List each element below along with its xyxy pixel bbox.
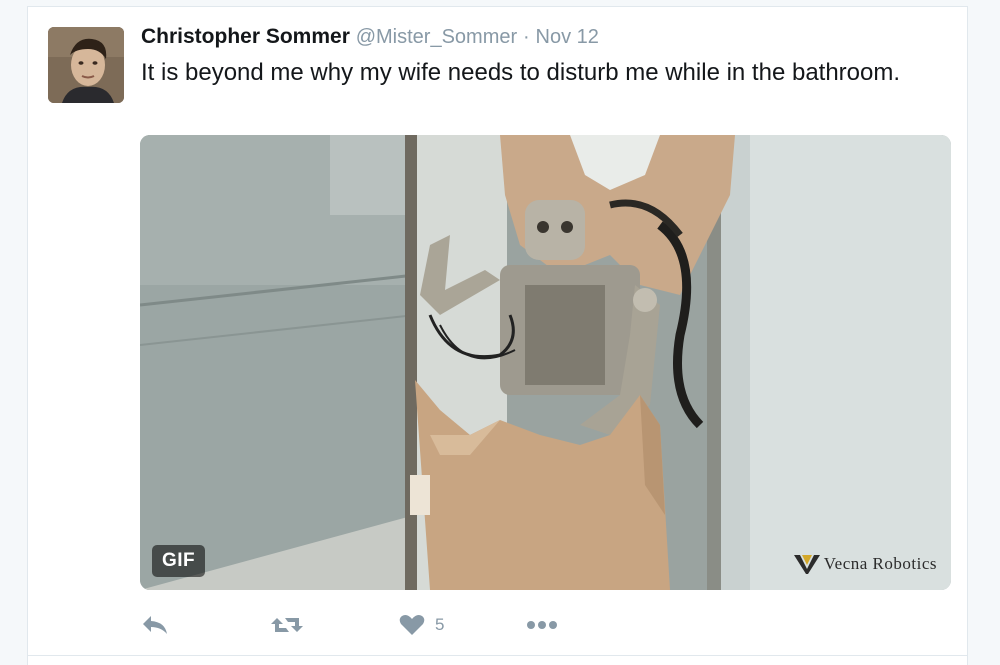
author-name[interactable]: Christopher Sommer [141,25,350,48]
retweet-button[interactable] [271,607,303,643]
tweet-text: It is beyond me why my wife needs to dis… [141,59,901,86]
like-button[interactable]: 5 [399,607,444,643]
vecna-logo-icon [793,555,820,574]
avatar-photo [48,27,124,103]
reply-button[interactable] [141,607,169,643]
author-avatar[interactable] [48,27,124,103]
vecna-robotics-watermark: Vecna Robotics [793,553,937,575]
tweet-actions: 5 [141,607,591,643]
reply-icon [143,616,167,634]
tweet-header: Christopher Sommer @Mister_Sommer · Nov … [141,23,599,51]
like-count: 5 [435,615,445,634]
watermark-text: Vecna Robotics [823,554,937,573]
gif-badge: GIF [152,545,206,577]
robot-breaking-door-image [140,135,951,590]
header-separator: · [523,26,530,48]
more-options-button[interactable] [526,607,558,643]
author-handle[interactable]: @Mister_Sommer [356,26,517,48]
retweet-icon [271,618,303,632]
tweet-date[interactable]: Nov 12 [536,26,599,48]
tweet-card[interactable]: Christopher Sommer @Mister_Sommer · Nov … [27,6,968,656]
next-tweet-edge [27,656,968,665]
heart-icon [399,615,425,635]
tweet-media-gif[interactable]: GIF Vecna Robotics [140,135,951,590]
more-dots-icon [527,621,557,629]
